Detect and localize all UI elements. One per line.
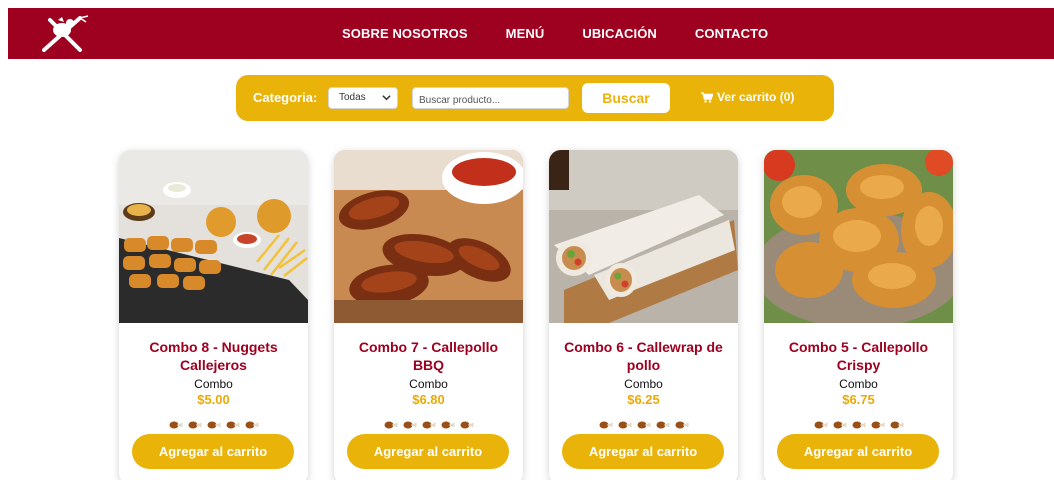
nav-link-ubicacion[interactable]: UBICACIÓN (582, 26, 657, 41)
product-image-nuggets (119, 150, 308, 323)
product-image-crispy-chicken (764, 150, 953, 323)
search-button[interactable]: Buscar (582, 83, 670, 113)
drumstick-icon (852, 421, 866, 429)
rating-drumsticks (764, 421, 953, 429)
category-label: Categoria: (253, 90, 318, 105)
add-to-cart-button[interactable]: Agregar al carrito (347, 434, 509, 469)
drumstick-icon (169, 421, 183, 429)
drumstick-icon (384, 421, 398, 429)
add-to-cart-button[interactable]: Agregar al carrito (562, 434, 724, 469)
product-price: $6.75 (842, 392, 875, 407)
nav-link-contacto[interactable]: CONTACTO (695, 26, 768, 41)
drumstick-icon (188, 421, 202, 429)
product-category: Combo (624, 377, 663, 391)
drumstick-icon (814, 421, 828, 429)
product-category: Combo (839, 377, 878, 391)
drumstick-icon (245, 421, 259, 429)
chicken-fork-knife-logo-icon[interactable] (36, 14, 92, 54)
drumstick-icon (441, 421, 455, 429)
product-price: $6.25 (627, 392, 660, 407)
drumstick-icon (403, 421, 417, 429)
rating-drumsticks (549, 421, 738, 429)
cart-icon (701, 91, 713, 103)
drumstick-icon (207, 421, 221, 429)
product-card: Combo 8 - Nuggets Callejeros Combo $5.00… (119, 150, 308, 480)
product-image-wrap (549, 150, 738, 323)
product-title: Combo 5 - Callepollo Crispy (788, 339, 929, 373)
drumstick-icon (656, 421, 670, 429)
drumstick-icon (871, 421, 885, 429)
product-card: Combo 6 - Callewrap de pollo Combo $6.25… (549, 150, 738, 480)
product-category: Combo (409, 377, 448, 391)
product-price: $5.00 (197, 392, 230, 407)
product-card: Combo 7 - Callepollo BBQ Combo $6.80 Agr… (334, 150, 523, 480)
rating-drumsticks (119, 421, 308, 429)
chevron-down-icon (382, 95, 391, 101)
product-title: Combo 7 - Callepollo BBQ (358, 339, 499, 373)
product-price: $6.80 (412, 392, 445, 407)
product-title: Combo 8 - Nuggets Callejeros (149, 339, 278, 373)
filter-bar: Categoria: Todas Buscar Ver carrito (0) (236, 75, 834, 121)
drumstick-icon (422, 421, 436, 429)
drumstick-icon (460, 421, 474, 429)
category-select[interactable]: Todas (328, 87, 398, 109)
search-input[interactable] (412, 87, 569, 109)
drumstick-icon (618, 421, 632, 429)
category-selected-value: Todas (339, 92, 366, 103)
nav-link-menu[interactable]: MENÚ (506, 26, 545, 41)
product-title: Combo 6 - Callewrap de pollo (564, 339, 723, 373)
top-navbar: SOBRE NOSOTROS MENÚ UBICACIÓN CONTACTO (8, 8, 1054, 59)
drumstick-icon (226, 421, 240, 429)
nav-link-sobre-nosotros[interactable]: SOBRE NOSOTROS (342, 26, 468, 41)
rating-drumsticks (334, 421, 523, 429)
view-cart-label: Ver carrito (0) (717, 90, 795, 104)
view-cart-link[interactable]: Ver carrito (0) (701, 90, 794, 104)
add-to-cart-button[interactable]: Agregar al carrito (777, 434, 939, 469)
drumstick-icon (833, 421, 847, 429)
product-image-bbq-wings (334, 150, 523, 323)
product-card: Combo 5 - Callepollo Crispy Combo $6.75 … (764, 150, 953, 480)
drumstick-icon (890, 421, 904, 429)
drumstick-icon (675, 421, 689, 429)
product-category: Combo (194, 377, 233, 391)
drumstick-icon (637, 421, 651, 429)
drumstick-icon (599, 421, 613, 429)
add-to-cart-button[interactable]: Agregar al carrito (132, 434, 294, 469)
